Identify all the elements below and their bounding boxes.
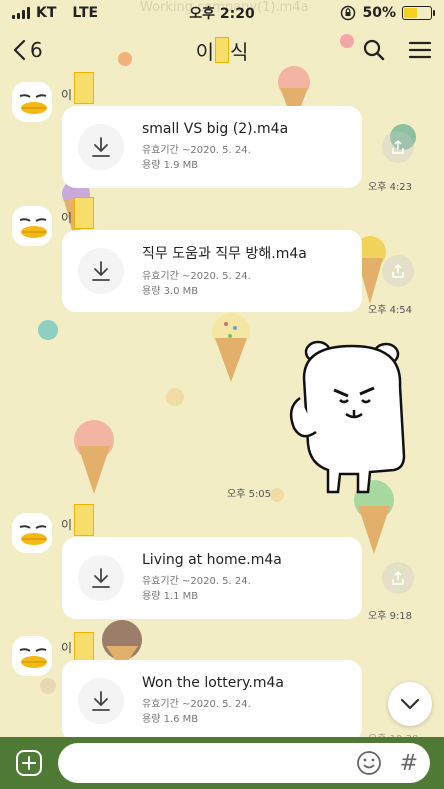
message-time: 오후 4:23 bbox=[368, 182, 413, 193]
chevron-left-icon bbox=[13, 39, 26, 61]
share-button[interactable] bbox=[382, 255, 414, 287]
network-label: LTE bbox=[72, 5, 99, 21]
chevron-down-icon bbox=[400, 698, 420, 710]
download-button[interactable] bbox=[78, 248, 124, 294]
share-button[interactable] bbox=[382, 131, 414, 163]
message-time: 오후 9:18 bbox=[368, 611, 413, 622]
duck-avatar-icon bbox=[12, 82, 52, 122]
share-icon bbox=[392, 263, 404, 278]
avatar[interactable] bbox=[12, 513, 52, 553]
file-size: 용량 1.6 MB bbox=[142, 714, 199, 725]
file-validity: 유효기간 ~2020. 5. 24. bbox=[142, 576, 251, 587]
share-button[interactable] bbox=[382, 562, 414, 594]
ice-cream-decoration bbox=[74, 420, 114, 494]
status-bar: KT LTE 오후 2:20 50% bbox=[0, 0, 444, 26]
file-size: 용량 3.0 MB bbox=[142, 286, 199, 297]
title-right: 식 bbox=[230, 39, 249, 64]
sender-name: 이 bbox=[61, 88, 73, 102]
redaction-box bbox=[74, 197, 94, 229]
duck-avatar-icon bbox=[12, 206, 52, 246]
duck-avatar-icon bbox=[12, 513, 52, 553]
file-name: Won the lottery.m4a bbox=[142, 675, 285, 691]
file-info: small VS big (2).m4a 유효기간 ~2020. 5. 24. … bbox=[142, 121, 288, 173]
scroll-to-bottom-button[interactable] bbox=[388, 682, 432, 726]
unread-count: 6 bbox=[30, 38, 43, 62]
redaction-box bbox=[74, 504, 94, 536]
duck-avatar-icon bbox=[12, 636, 52, 676]
sender-name: 이 bbox=[61, 518, 73, 532]
sender-name: 이 bbox=[61, 211, 73, 225]
share-icon bbox=[392, 139, 404, 154]
signal-icon bbox=[12, 7, 30, 19]
back-button[interactable]: 6 bbox=[12, 38, 43, 62]
download-icon bbox=[92, 568, 110, 588]
file-message-bubble[interactable]: 직무 도움과 직무 방해.m4a 유효기간 ~2020. 5. 24. 용량 3… bbox=[62, 230, 362, 312]
emoji-icon[interactable] bbox=[356, 750, 382, 776]
battery-icon bbox=[402, 6, 435, 20]
file-name: 직무 도움과 직무 방해.m4a bbox=[142, 246, 307, 262]
orientation-lock-icon bbox=[341, 5, 356, 21]
bg-dot bbox=[166, 388, 184, 406]
sender-name: 이 bbox=[61, 641, 73, 655]
file-size: 용량 1.1 MB bbox=[142, 591, 199, 602]
hashtag-button[interactable]: # bbox=[400, 751, 418, 776]
file-name: small VS big (2).m4a bbox=[142, 121, 289, 137]
plus-icon bbox=[16, 750, 42, 776]
message-input-container: # bbox=[58, 743, 430, 783]
message-time: 오후 4:54 bbox=[368, 305, 413, 316]
file-info: 직무 도움과 직무 방해.m4a 유효기간 ~2020. 5. 24. 용량 3… bbox=[142, 243, 307, 299]
bg-dot bbox=[40, 678, 56, 694]
redaction-box bbox=[74, 72, 94, 104]
status-right: 50% bbox=[340, 5, 435, 21]
bear-sticker[interactable] bbox=[282, 338, 422, 498]
file-message-bubble[interactable]: small VS big (2).m4a 유효기간 ~2020. 5. 24. … bbox=[62, 106, 362, 188]
message-input[interactable] bbox=[70, 755, 338, 771]
file-name: Living at home.m4a bbox=[142, 552, 282, 568]
ice-cream-decoration bbox=[212, 313, 250, 382]
redaction-box bbox=[215, 37, 229, 63]
file-message-bubble[interactable]: Won the lottery.m4a 유효기간 ~2020. 5. 24. 용… bbox=[62, 660, 362, 742]
file-validity: 유효기간 ~2020. 5. 24. bbox=[142, 145, 251, 156]
download-icon bbox=[92, 691, 110, 711]
file-message-bubble[interactable]: Living at home.m4a 유효기간 ~2020. 5. 24. 용량… bbox=[62, 537, 362, 619]
status-left: KT LTE bbox=[12, 5, 98, 21]
chat-header: 6 이 식 bbox=[0, 26, 444, 74]
avatar[interactable] bbox=[12, 636, 52, 676]
file-info: Won the lottery.m4a 유효기간 ~2020. 5. 24. 용… bbox=[142, 675, 284, 727]
download-button[interactable] bbox=[78, 678, 124, 724]
avatar[interactable] bbox=[12, 82, 52, 122]
avatar[interactable] bbox=[12, 206, 52, 246]
download-icon bbox=[92, 137, 110, 157]
file-info: Living at home.m4a 유효기간 ~2020. 5. 24. 용량… bbox=[142, 552, 282, 604]
menu-icon[interactable] bbox=[408, 38, 432, 62]
title-left: 이 bbox=[195, 39, 214, 64]
download-button[interactable] bbox=[78, 124, 124, 170]
header-actions bbox=[362, 38, 432, 62]
search-icon[interactable] bbox=[362, 38, 386, 62]
battery-percent: 50% bbox=[362, 5, 396, 21]
download-icon bbox=[92, 261, 110, 281]
carrier-label: KT bbox=[36, 5, 57, 21]
file-validity: 유효기간 ~2020. 5. 24. bbox=[142, 271, 251, 282]
download-button[interactable] bbox=[78, 555, 124, 601]
file-validity: 유효기간 ~2020. 5. 24. bbox=[142, 699, 251, 710]
message-input-bar: # bbox=[0, 737, 444, 789]
bg-dot bbox=[38, 320, 58, 340]
sticker-time: 오후 5:05 bbox=[227, 489, 272, 500]
share-icon bbox=[392, 570, 404, 585]
attach-button[interactable] bbox=[14, 748, 44, 778]
file-size: 용량 1.9 MB bbox=[142, 160, 199, 171]
